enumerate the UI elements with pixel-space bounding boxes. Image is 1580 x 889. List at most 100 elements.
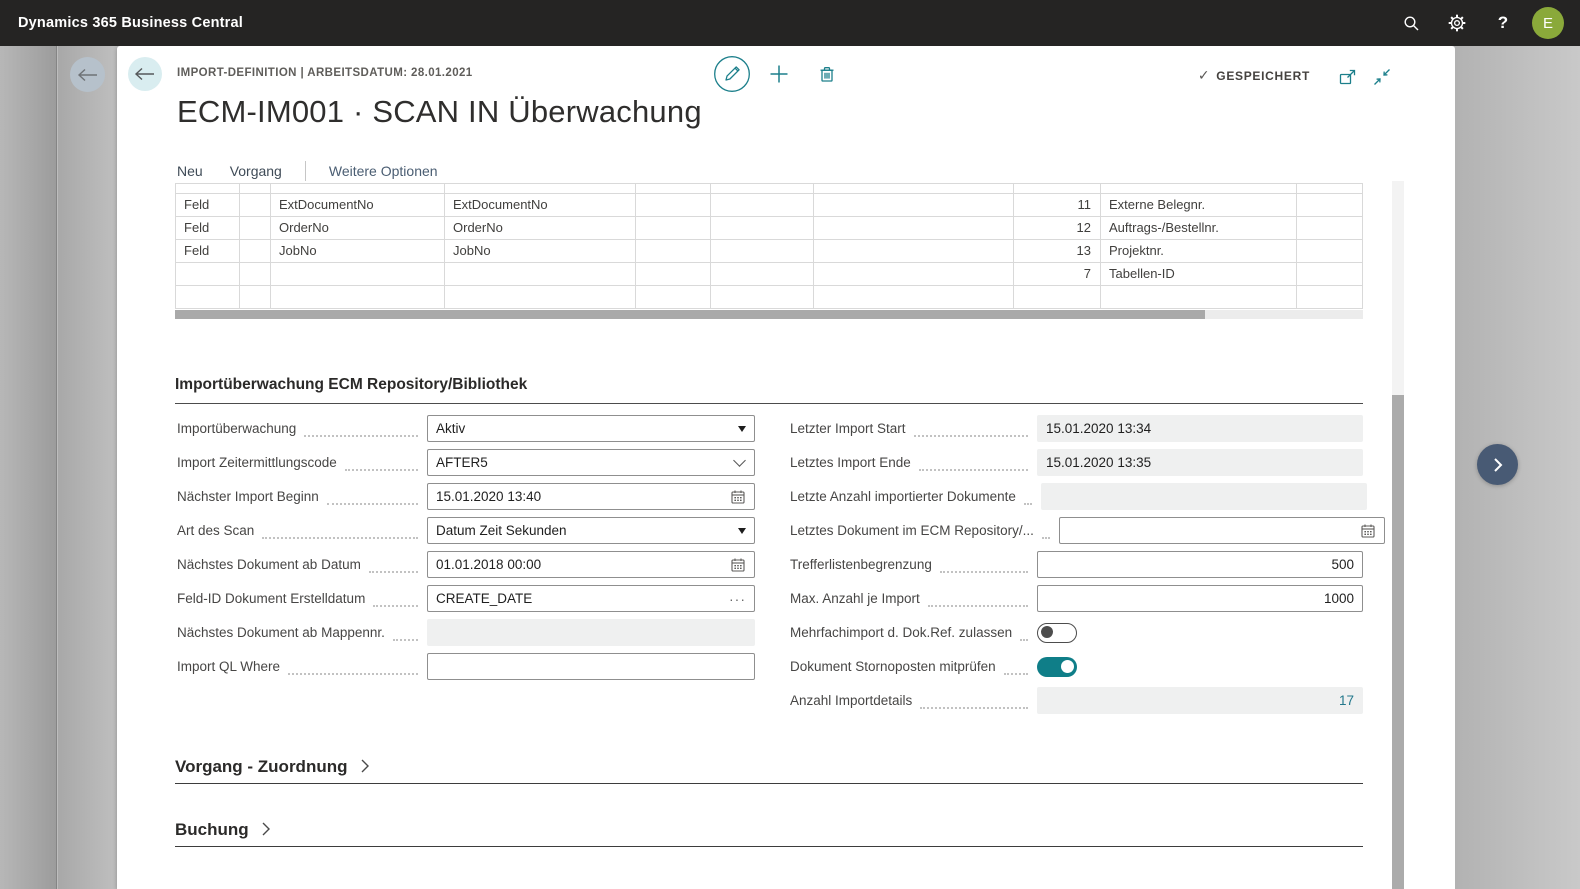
assist-edit-ellipsis-icon[interactable]: ··· xyxy=(729,594,746,604)
grid-cell[interactable]: 7 xyxy=(1014,263,1101,285)
grid-cell[interactable]: Projektnr. xyxy=(1101,240,1297,262)
table-row: 7 Tabellen-ID xyxy=(176,263,1363,286)
stornoposten-toggle[interactable] xyxy=(1037,657,1077,677)
grid-cell[interactable] xyxy=(814,263,1014,285)
grid-cell[interactable] xyxy=(240,217,271,239)
feld-id-erstelldatum-field[interactable]: CREATE_DATE ··· xyxy=(427,585,755,612)
zeitermittlungscode-combobox[interactable]: AFTER5 xyxy=(427,449,755,476)
background-right xyxy=(1455,46,1580,889)
letztes-dokument-ecm-field[interactable] xyxy=(1059,517,1385,544)
back-button[interactable] xyxy=(128,57,162,91)
grid-cell[interactable] xyxy=(240,194,271,216)
menu-divider xyxy=(305,161,306,181)
grid-cell[interactable] xyxy=(1297,217,1363,239)
grid-cell[interactable] xyxy=(711,263,814,285)
grid-cell[interactable] xyxy=(445,263,636,285)
grid-cell[interactable] xyxy=(1297,240,1363,262)
grid-cell[interactable] xyxy=(636,286,711,308)
grid-cell[interactable] xyxy=(814,240,1014,262)
settings-gear-icon[interactable] xyxy=(1434,0,1480,46)
import-ql-where-field[interactable] xyxy=(427,653,755,680)
grid-cell[interactable] xyxy=(240,263,271,285)
grid-cell[interactable] xyxy=(1297,286,1363,308)
horizontal-scrollbar-thumb[interactable] xyxy=(175,310,1205,319)
grid-cell[interactable]: Tabellen-ID xyxy=(1101,263,1297,285)
avatar[interactable]: E xyxy=(1532,7,1564,39)
calendar-icon[interactable] xyxy=(730,557,746,573)
menu-item-weitere-optionen[interactable]: Weitere Optionen xyxy=(329,163,438,179)
collapse-page-icon[interactable] xyxy=(1373,68,1391,86)
search-icon[interactable] xyxy=(1388,0,1434,46)
importueberwachung-select[interactable]: Aktiv xyxy=(427,415,755,442)
grid-cell[interactable]: JobNo xyxy=(445,240,636,262)
dotted-leader xyxy=(373,591,418,607)
mehrfachimport-toggle[interactable] xyxy=(1037,623,1077,643)
grid-cell[interactable] xyxy=(1297,263,1363,285)
grid-cell[interactable] xyxy=(636,194,711,216)
record-actions xyxy=(713,55,837,93)
grid-cell[interactable] xyxy=(271,286,445,308)
grid-cell[interactable]: Feld xyxy=(176,217,240,239)
anzahl-importdetails-field[interactable]: 17 xyxy=(1037,687,1363,714)
grid-cell[interactable] xyxy=(636,217,711,239)
grid-cell[interactable]: Feld xyxy=(176,194,240,216)
add-icon[interactable] xyxy=(769,64,789,84)
grid-cell[interactable] xyxy=(711,194,814,216)
vertical-scrollbar-thumb[interactable] xyxy=(1392,395,1404,889)
grid-cell[interactable] xyxy=(711,217,814,239)
grid-cell[interactable] xyxy=(814,286,1014,308)
grid-cell[interactable]: OrderNo xyxy=(445,217,636,239)
calendar-icon[interactable] xyxy=(1360,523,1376,539)
grid-cell[interactable]: 13 xyxy=(1014,240,1101,262)
grid-cell[interactable]: ExtDocumentNo xyxy=(271,194,445,216)
grid-cell[interactable]: Auftrags-/Bestellnr. xyxy=(1101,217,1297,239)
field-label: Import QL Where xyxy=(177,659,280,674)
grid-cell[interactable]: Externe Belegnr. xyxy=(1101,194,1297,216)
import-details-table: Feld ExtDocumentNo ExtDocumentNo 11 Exte… xyxy=(175,183,1363,309)
grid-cell[interactable]: OrderNo xyxy=(271,217,445,239)
grid-cell[interactable] xyxy=(814,194,1014,216)
grid-cell[interactable] xyxy=(636,263,711,285)
help-icon[interactable]: ? xyxy=(1480,0,1526,46)
section-buchung[interactable]: Buchung xyxy=(175,820,1363,847)
grid-cell[interactable] xyxy=(814,217,1014,239)
horizontal-scrollbar[interactable] xyxy=(175,310,1363,319)
grid-cell[interactable] xyxy=(271,263,445,285)
letzte-anzahl-dokumente-field xyxy=(1041,483,1367,510)
grid-cell[interactable] xyxy=(445,286,636,308)
grid-cell[interactable]: 11 xyxy=(1014,194,1101,216)
menu-item-vorgang[interactable]: Vorgang xyxy=(230,163,282,179)
art-des-scan-select[interactable]: Datum Zeit Sekunden xyxy=(427,517,755,544)
vertical-scrollbar[interactable] xyxy=(1392,181,1404,889)
calendar-icon[interactable] xyxy=(730,489,746,505)
grid-cell[interactable] xyxy=(711,240,814,262)
grid-cell[interactable] xyxy=(636,240,711,262)
max-anzahl-je-import-field[interactable]: 1000 xyxy=(1037,585,1363,612)
chevron-right-icon xyxy=(261,821,271,837)
grid-cell[interactable] xyxy=(240,286,271,308)
grid-cell[interactable]: ExtDocumentNo xyxy=(445,194,636,216)
next-record-button[interactable] xyxy=(1477,444,1518,485)
menu-item-neu[interactable]: Neu xyxy=(177,163,203,179)
back-button-outer[interactable] xyxy=(70,57,105,92)
grid-cell[interactable] xyxy=(240,240,271,262)
naechstes-dokument-ab-datum-field[interactable]: 01.01.2018 00:00 xyxy=(427,551,755,578)
section-vorgang-zuordnung[interactable]: Vorgang - Zuordnung xyxy=(175,757,1363,784)
grid-cell[interactable] xyxy=(1297,194,1363,216)
grid-cell[interactable] xyxy=(1101,286,1297,308)
grid-cell[interactable] xyxy=(176,286,240,308)
naechster-import-beginn-field[interactable]: 15.01.2020 13:40 xyxy=(427,483,755,510)
trefferlistenbegrenzung-field[interactable]: 500 xyxy=(1037,551,1363,578)
edit-pencil-icon[interactable] xyxy=(713,55,751,93)
dotted-leader xyxy=(304,421,418,437)
grid-cell[interactable] xyxy=(176,263,240,285)
field-label: Letzter Import Start xyxy=(790,421,906,436)
grid-cell[interactable] xyxy=(1014,286,1101,308)
open-in-window-icon[interactable] xyxy=(1339,69,1356,86)
dotted-leader xyxy=(1020,625,1028,641)
grid-cell[interactable] xyxy=(711,286,814,308)
grid-cell[interactable]: Feld xyxy=(176,240,240,262)
delete-trash-icon[interactable] xyxy=(817,64,837,84)
grid-cell[interactable]: 12 xyxy=(1014,217,1101,239)
grid-cell[interactable]: JobNo xyxy=(271,240,445,262)
